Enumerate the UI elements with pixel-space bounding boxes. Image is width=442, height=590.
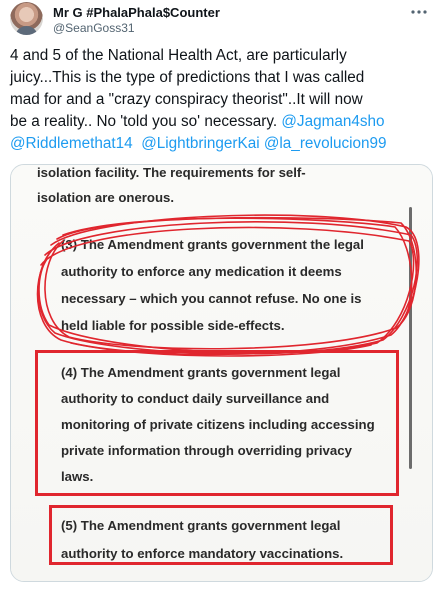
attached-image[interactable]: isolation facility. The requirements for…	[10, 164, 433, 582]
tweet-text-line: be a reality.. No 'told you so' necessar…	[10, 111, 430, 133]
mention-link[interactable]: @LightbringerKai	[141, 135, 259, 152]
tweet-text: 4 and 5 of the National Health Act, are …	[10, 45, 430, 155]
author-name[interactable]: Mr G #PhalaPhala$Counter	[53, 5, 220, 20]
tweet-header: Mr G #PhalaPhala$Counter @SeanGoss31	[0, 0, 442, 40]
tweet-text-line: juicy...This is the type of predictions …	[10, 69, 365, 86]
avatar[interactable]	[10, 2, 43, 35]
tweet-text-line: 4 and 5 of the National Health Act, are …	[10, 47, 347, 64]
author-handle[interactable]: @SeanGoss31	[53, 21, 135, 35]
document-photo: isolation facility. The requirements for…	[11, 165, 432, 581]
more-options-icon	[411, 10, 427, 14]
mention-link[interactable]: @la_revolucion99	[264, 135, 387, 152]
mention-link[interactable]: @Riddlemethat14	[10, 135, 133, 152]
tweet-text-line: mad for and a "crazy conspiracy theorist…	[10, 91, 363, 108]
more-options-button[interactable]	[410, 6, 428, 18]
mention-link[interactable]: @Jagman4sho	[281, 113, 384, 130]
red-scribble-annotation	[36, 214, 420, 357]
tweet-text-fragment: be a reality.. No 'told you so' necessar…	[10, 113, 282, 130]
tweet-text-line: @Riddlemethat14 @LightbringerKai @la_rev…	[10, 133, 430, 155]
